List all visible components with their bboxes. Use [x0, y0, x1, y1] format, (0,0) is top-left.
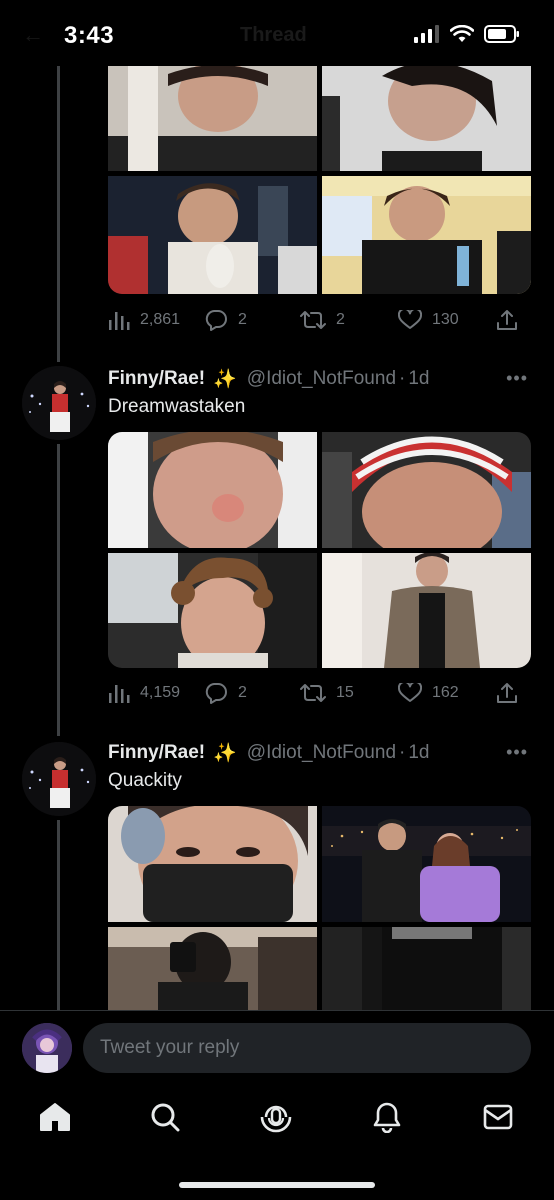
timestamp[interactable]: 1d: [408, 368, 429, 390]
photo[interactable]: [322, 432, 531, 548]
status-icons: [414, 25, 520, 43]
reply-bar: Tweet your reply: [0, 1010, 554, 1086]
status-time: 3:43: [64, 22, 115, 49]
timestamp[interactable]: 1d: [408, 742, 429, 764]
tab-home[interactable]: [35, 1100, 75, 1134]
like-count: 162: [432, 684, 459, 701]
media-grid[interactable]: [108, 806, 531, 1010]
tweet-text: Dreamwastaken: [108, 396, 246, 417]
tweet[interactable]: Finny/Rae! ✨ @Idiot_NotFound · 1d ••• Qu…: [0, 738, 554, 1010]
media-grid[interactable]: [108, 66, 531, 294]
tab-notifications[interactable]: [367, 1100, 407, 1134]
search-icon: [151, 1103, 180, 1132]
photo[interactable]: [108, 927, 317, 1010]
retweet-count: 2: [336, 311, 345, 328]
like-count: 130: [432, 311, 459, 328]
display-name[interactable]: Finny/Rae!: [108, 368, 205, 390]
photo[interactable]: [108, 553, 317, 668]
share-button[interactable]: [496, 306, 518, 334]
more-options-icon[interactable]: •••: [506, 368, 528, 389]
views-count: 2,861: [140, 311, 181, 328]
views-icon: [109, 312, 130, 330]
tweet-actions: 4,159 2 15 162: [108, 679, 520, 707]
back-arrow-icon[interactable]: ←: [22, 22, 44, 48]
home-indicator[interactable]: [179, 1182, 375, 1188]
reply-button[interactable]: 2: [204, 306, 247, 334]
notifications-icon: [373, 1102, 401, 1133]
share-icon: [497, 683, 517, 703]
retweet-icon: [300, 311, 326, 329]
views-button[interactable]: 4,159: [108, 679, 180, 707]
tab-messages[interactable]: [478, 1100, 518, 1134]
handle[interactable]: @Idiot_NotFound: [247, 742, 396, 764]
retweet-button[interactable]: 15: [300, 679, 354, 707]
tweet-header: Finny/Rae! ✨ @Idiot_NotFound · 1d: [108, 741, 429, 765]
photo[interactable]: [108, 66, 317, 171]
reply-count: 2: [238, 311, 247, 328]
display-name[interactable]: Finny/Rae!: [108, 742, 205, 764]
views-icon: [109, 685, 130, 703]
messages-icon: [483, 1104, 513, 1130]
reply-input[interactable]: Tweet your reply: [83, 1023, 531, 1073]
media-grid[interactable]: [108, 432, 531, 668]
home-icon: [40, 1103, 70, 1131]
avatar[interactable]: [22, 366, 96, 440]
reply-count: 2: [238, 684, 247, 701]
photo[interactable]: [322, 66, 531, 171]
handle[interactable]: @Idiot_NotFound: [247, 368, 396, 390]
photo[interactable]: [322, 176, 531, 294]
retweet-count: 15: [336, 684, 354, 701]
reply-icon: [205, 310, 227, 331]
separator-dot: ·: [399, 368, 406, 389]
like-button[interactable]: 130: [398, 306, 459, 334]
photo[interactable]: [108, 176, 317, 294]
spaces-icon: [260, 1105, 292, 1133]
heart-icon: [398, 310, 422, 329]
user-avatar[interactable]: [22, 1023, 72, 1073]
more-options-icon[interactable]: •••: [506, 742, 528, 763]
tab-search[interactable]: [145, 1100, 185, 1134]
tweet[interactable]: Finny/Rae! ✨ @Idiot_NotFound · 1d ••• Dr…: [0, 362, 554, 722]
avatar[interactable]: [22, 742, 96, 816]
photo[interactable]: [108, 432, 317, 548]
wifi-icon: [450, 25, 474, 42]
sparkle-emoji: ✨: [213, 743, 237, 764]
retweet-icon: [300, 684, 326, 702]
reply-button[interactable]: 2: [204, 679, 247, 707]
separator-dot: ·: [399, 742, 406, 763]
cellular-signal-icon: [414, 25, 439, 43]
thread-title: Thread: [240, 24, 307, 46]
sparkle-emoji: ✨: [213, 369, 237, 390]
battery-icon: [484, 25, 519, 43]
photo[interactable]: [322, 927, 531, 1010]
heart-icon: [398, 683, 422, 702]
like-button[interactable]: 162: [398, 679, 459, 707]
photo[interactable]: [322, 553, 531, 668]
photo[interactable]: [322, 806, 531, 922]
tweet-header: Finny/Rae! ✨ @Idiot_NotFound · 1d: [108, 367, 429, 391]
status-bar: ← Thread 3:43: [0, 0, 554, 66]
tweet-actions: 2,861 2 2 130: [108, 306, 520, 334]
tweet-text: Quackity: [108, 770, 182, 791]
retweet-button[interactable]: 2: [300, 306, 345, 334]
photo[interactable]: [108, 806, 317, 922]
tab-spaces[interactable]: [256, 1100, 296, 1134]
reply-icon: [205, 683, 227, 704]
share-icon: [497, 310, 517, 330]
views-count: 4,159: [140, 684, 181, 701]
views-button[interactable]: 2,861: [108, 306, 180, 334]
share-button[interactable]: [496, 679, 518, 707]
